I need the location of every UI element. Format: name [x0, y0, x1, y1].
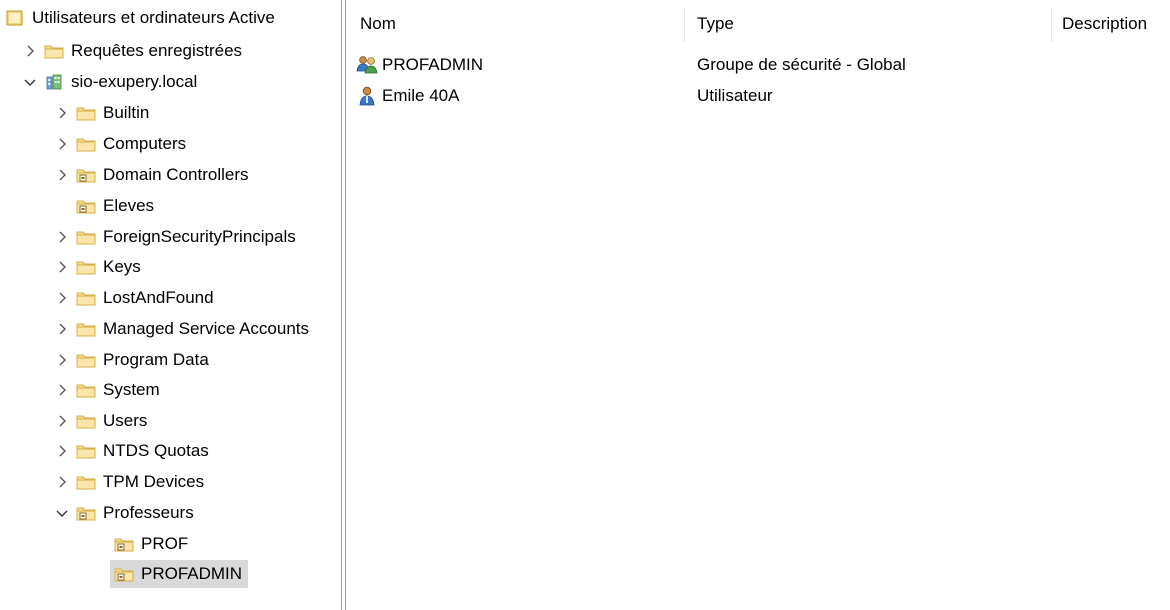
pane-splitter[interactable] — [341, 0, 346, 610]
folder-icon — [76, 259, 96, 275]
tree-item-label: Program Data — [103, 350, 209, 369]
tree-root-label: Utilisateurs et ordinateurs Active — [32, 8, 275, 27]
folder-icon — [76, 382, 96, 398]
ou-icon — [76, 167, 96, 183]
chevron-right-icon[interactable] — [54, 284, 70, 312]
tree-item-label: Professeurs — [103, 503, 194, 522]
tree-item-users[interactable]: Users — [54, 407, 147, 435]
tree-item-domain-controllers[interactable]: Domain Controllers — [54, 161, 249, 189]
tree-item-label: System — [103, 380, 160, 399]
tree-item-label: Users — [103, 411, 148, 430]
row-type: Utilisateur — [697, 86, 773, 105]
row-type: Groupe de sécurité - Global — [697, 55, 906, 74]
tree-item-builtin[interactable]: Builtin — [54, 99, 149, 127]
tree-item-program-data[interactable]: Program Data — [54, 346, 209, 374]
tree-item-prof[interactable]: PROF — [110, 530, 194, 558]
group-icon — [356, 55, 378, 75]
tree-item-label: Builtin — [103, 103, 150, 122]
tree-item-label: LostAndFound — [103, 288, 214, 307]
tree-item-tpm-devices[interactable]: TPM Devices — [54, 468, 204, 496]
tree-item-lostandfound[interactable]: LostAndFound — [54, 284, 214, 312]
tree-item-label: Computers — [103, 134, 187, 153]
tree-item-label: TPM Devices — [103, 472, 205, 491]
tree-item-label: PROFADMIN — [141, 564, 243, 583]
tree-item-system[interactable]: System — [54, 376, 160, 404]
tree-item-managed-service-accounts[interactable]: Managed Service Accounts — [54, 315, 309, 343]
ou-icon — [114, 536, 134, 552]
folder-icon — [44, 43, 64, 59]
folder-icon — [76, 352, 96, 368]
tree-item-ntds-quotas[interactable]: NTDS Quotas — [54, 437, 209, 465]
folder-icon — [76, 474, 96, 490]
folder-icon — [76, 136, 96, 152]
user-icon — [356, 86, 378, 106]
folder-icon — [76, 229, 96, 245]
console-root-icon — [5, 10, 25, 26]
ou-icon — [114, 566, 134, 582]
chevron-right-icon[interactable] — [22, 37, 38, 65]
folder-icon — [76, 443, 96, 459]
tree-item-domain[interactable]: sio-exupery.local — [22, 68, 197, 96]
tree-item-professeurs[interactable]: Professeurs — [54, 499, 194, 527]
chevron-right-icon[interactable] — [54, 223, 70, 251]
chevron-right-icon[interactable] — [54, 130, 70, 158]
tree-root[interactable]: Utilisateurs et ordinateurs Active — [2, 4, 275, 32]
console-tree: Utilisateurs et ordinateurs Active Requê… — [0, 0, 344, 610]
chevron-down-icon[interactable] — [54, 499, 70, 527]
column-header-name[interactable]: Nom — [360, 14, 396, 34]
chevron-right-icon[interactable] — [54, 468, 70, 496]
list-row[interactable]: Emile 40A Utilisateur — [356, 82, 1156, 110]
chevron-right-icon[interactable] — [54, 346, 70, 374]
tree-item-label: ForeignSecurityPrincipals — [103, 227, 296, 246]
tree-item-saved-queries[interactable]: Requêtes enregistrées — [22, 37, 242, 65]
chevron-right-icon[interactable] — [54, 407, 70, 435]
tree-item-label: Keys — [103, 257, 141, 276]
tree-item-foreign-security-principals[interactable]: ForeignSecurityPrincipals — [54, 223, 296, 251]
chevron-right-icon[interactable] — [54, 376, 70, 404]
chevron-right-icon[interactable] — [54, 99, 70, 127]
tree-item-computers[interactable]: Computers — [54, 130, 186, 158]
column-divider[interactable] — [1051, 10, 1052, 42]
chevron-right-icon[interactable] — [54, 315, 70, 343]
domain-icon — [44, 74, 64, 90]
tree-item-label: Domain Controllers — [103, 165, 249, 184]
ou-icon — [76, 198, 96, 214]
details-pane: Nom Type Description PROFADMIN Groupe de… — [348, 0, 1170, 610]
chevron-right-icon[interactable] — [54, 161, 70, 189]
column-header-type[interactable]: Type — [697, 14, 734, 34]
tree-item-label: sio-exupery.local — [71, 72, 198, 91]
tree-item-label: Requêtes enregistrées — [71, 41, 243, 60]
column-divider[interactable] — [684, 10, 685, 42]
row-name: Emile 40A — [382, 86, 460, 105]
chevron-right-icon[interactable] — [54, 437, 70, 465]
folder-icon — [76, 105, 96, 121]
tree-item-label: PROF — [141, 534, 189, 553]
tree-item-profadmin[interactable]: PROFADMIN — [110, 560, 249, 588]
tree-item-label: NTDS Quotas — [103, 441, 209, 460]
chevron-down-icon[interactable] — [22, 68, 38, 96]
chevron-right-icon[interactable] — [54, 253, 70, 281]
column-header-description[interactable]: Description — [1062, 14, 1147, 34]
tree-item-label: Eleves — [103, 196, 155, 215]
list-row[interactable]: PROFADMIN Groupe de sécurité - Global — [356, 51, 1156, 79]
ou-icon — [76, 505, 96, 521]
folder-icon — [76, 321, 96, 337]
folder-icon — [76, 413, 96, 429]
tree-item-keys[interactable]: Keys — [54, 253, 141, 281]
tree-item-label: Managed Service Accounts — [103, 319, 310, 338]
tree-item-eleves[interactable]: Eleves — [76, 192, 154, 220]
row-name: PROFADMIN — [382, 55, 484, 74]
folder-icon — [76, 290, 96, 306]
